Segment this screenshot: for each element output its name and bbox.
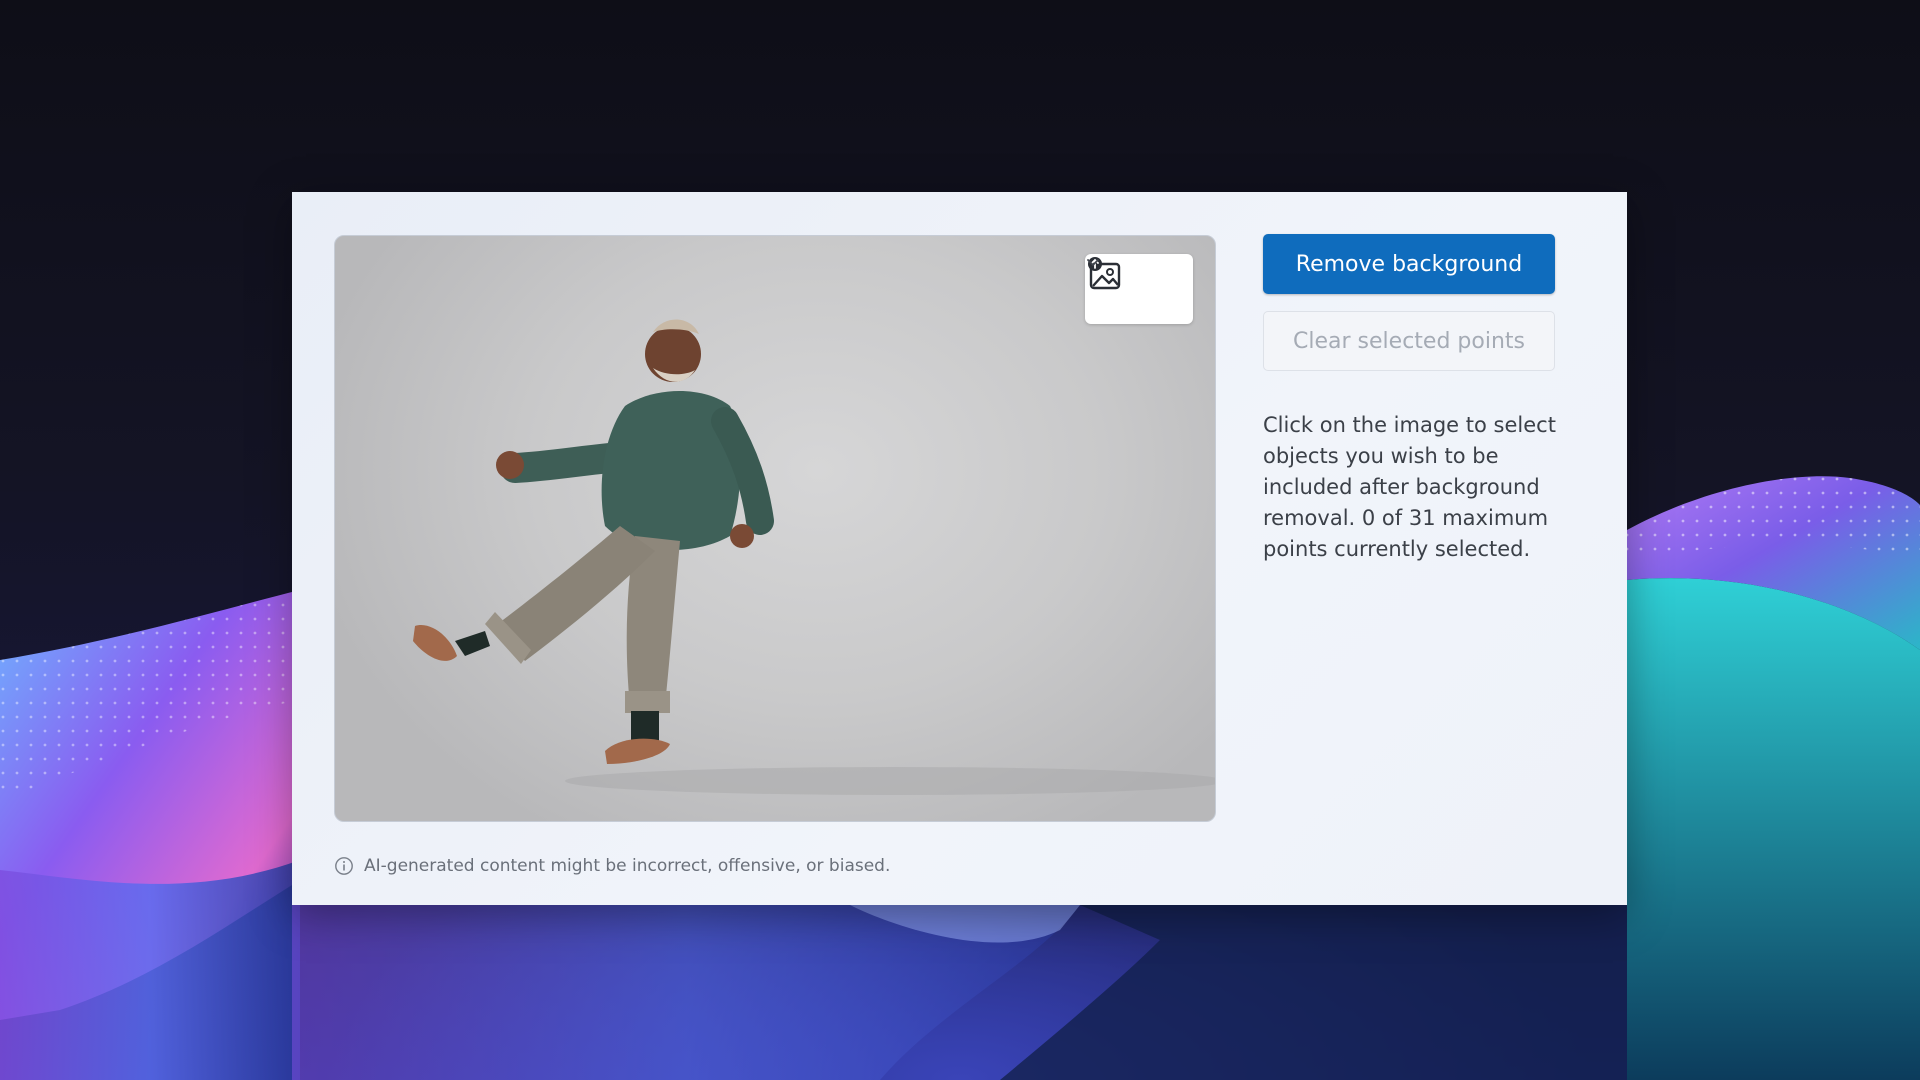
remove-background-button[interactable]: Remove background [1263,234,1555,294]
dancing-man-photo [335,236,1215,821]
ai-disclaimer: AI-generated content might be incorrect,… [334,854,890,878]
selection-instructions: Click on the image to select objects you… [1263,410,1563,565]
clear-selected-points-button[interactable]: Clear selected points [1263,311,1555,371]
background-removal-dialog: Remove background Clear selected points … [292,192,1627,905]
chevron-down-icon [1085,254,1101,270]
disclaimer-text: AI-generated content might be incorrect,… [364,856,890,876]
image-source-menu-button[interactable] [1085,254,1193,324]
info-icon [334,856,354,876]
image-canvas[interactable] [334,235,1216,822]
